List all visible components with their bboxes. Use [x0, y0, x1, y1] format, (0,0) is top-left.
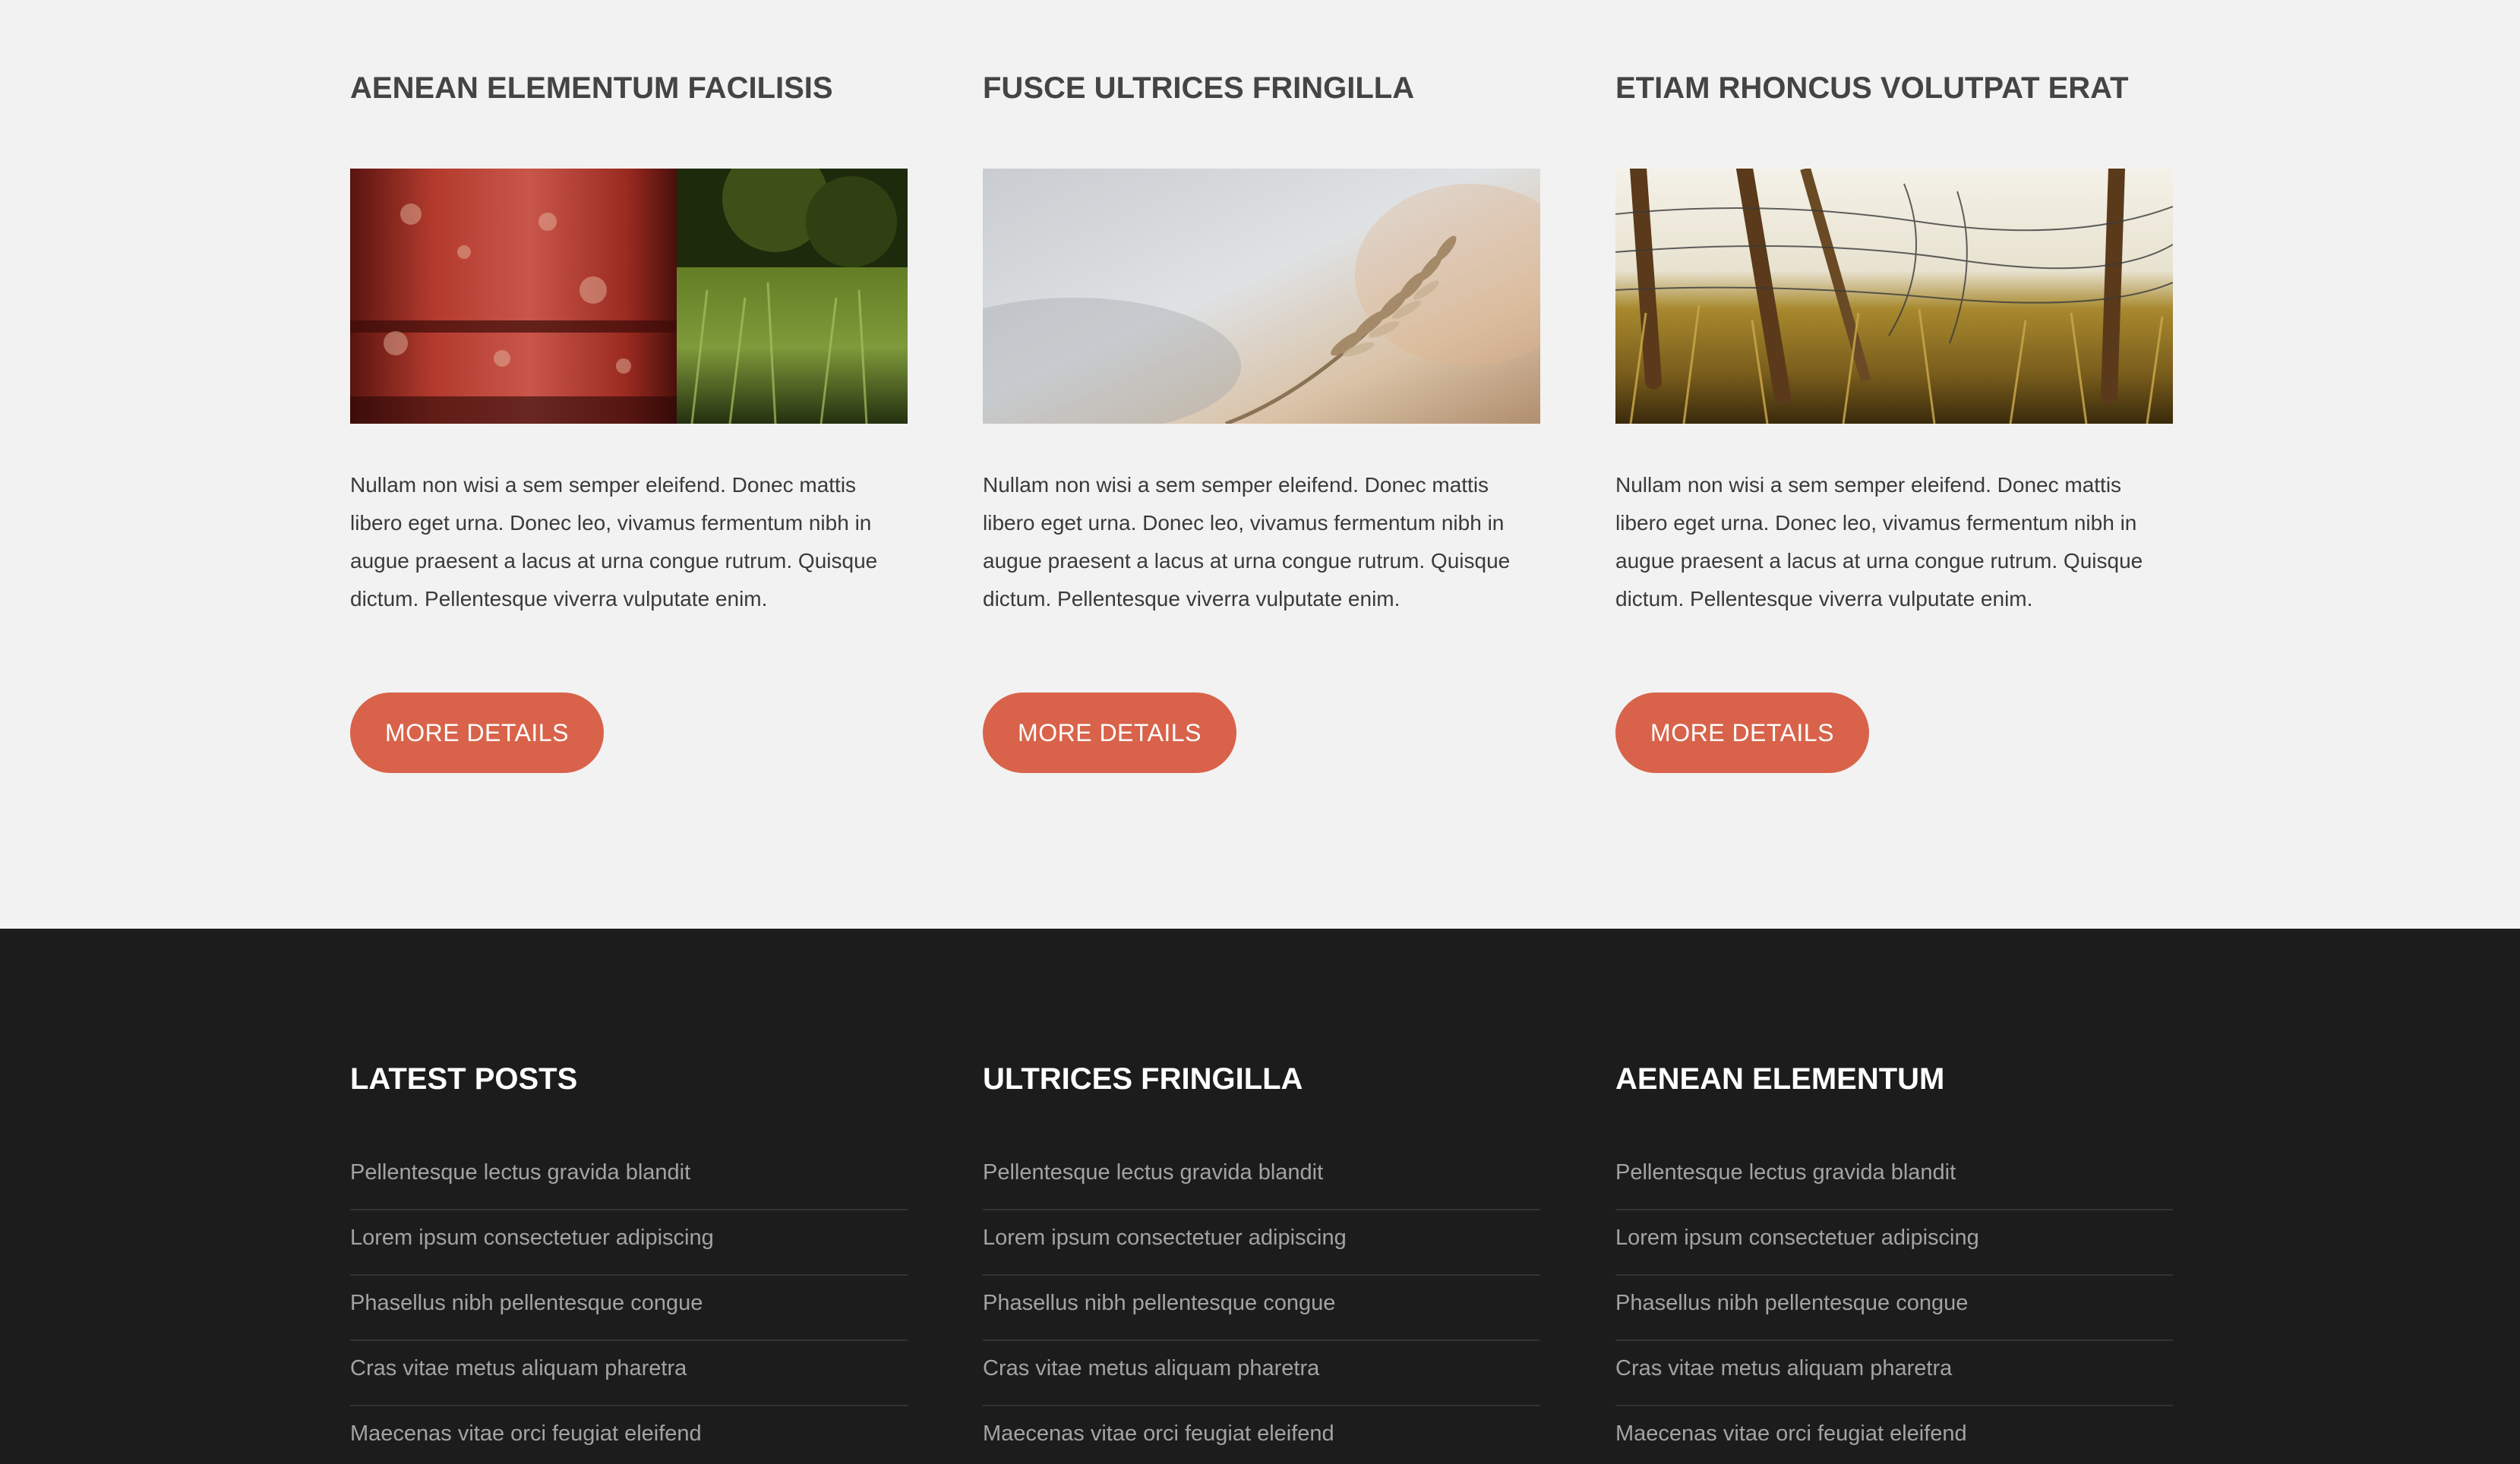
footer-link-list: Pellentesque lectus gravida blandit Lore…	[350, 1145, 908, 1464]
footer-link[interactable]: Phasellus nibh pellentesque congue	[350, 1288, 703, 1318]
footer-link-list: Pellentesque lectus gravida blandit Lore…	[1615, 1145, 2173, 1464]
footer-link[interactable]: Cras vitae metus aliquam pharetra	[350, 1353, 687, 1384]
list-item: Phasellus nibh pellentesque congue	[350, 1276, 908, 1341]
list-item: Pellentesque lectus gravida blandit	[1615, 1145, 2173, 1210]
footer-link[interactable]: Pellentesque lectus gravida blandit	[350, 1157, 690, 1188]
footer-link[interactable]: Lorem ipsum consectetuer adipiscing	[1615, 1223, 1979, 1253]
list-item: Pellentesque lectus gravida blandit	[350, 1145, 908, 1210]
list-item: Phasellus nibh pellentesque congue	[1615, 1276, 2173, 1341]
card-title: FUSCE ULTRICES FRINGILLA	[983, 71, 1415, 105]
card-description: Nullam non wisi a sem semper eleifend. D…	[983, 473, 1511, 611]
fence-in-grass-image	[1615, 169, 2173, 424]
list-item: Lorem ipsum consectetuer adipiscing	[350, 1210, 908, 1276]
list-item: Maecenas vitae orci feugiat eleifend	[983, 1406, 1540, 1464]
wheat-stalk-image	[983, 169, 1540, 424]
footer-column-title: LATEST POSTS	[350, 1062, 578, 1096]
list-item: Lorem ipsum consectetuer adipiscing	[1615, 1210, 2173, 1276]
card-description: Nullam non wisi a sem semper eleifend. D…	[1615, 473, 2143, 611]
list-item: Lorem ipsum consectetuer adipiscing	[983, 1210, 1540, 1276]
list-item: Pellentesque lectus gravida blandit	[983, 1145, 1540, 1210]
footer-link[interactable]: Cras vitae metus aliquam pharetra	[1615, 1353, 1952, 1384]
footer-link[interactable]: Maecenas vitae orci feugiat eleifend	[1615, 1418, 1967, 1449]
more-details-button[interactable]: MORE DETAILS	[983, 693, 1236, 773]
footer-link-list: Pellentesque lectus gravida blandit Lore…	[983, 1145, 1540, 1464]
footer-link[interactable]: Pellentesque lectus gravida blandit	[1615, 1157, 1956, 1188]
footer-link[interactable]: Phasellus nibh pellentesque congue	[983, 1288, 1335, 1318]
more-details-button[interactable]: MORE DETAILS	[350, 693, 604, 773]
footer-link[interactable]: Maecenas vitae orci feugiat eleifend	[983, 1418, 1334, 1449]
footer-link[interactable]: Cras vitae metus aliquam pharetra	[983, 1353, 1319, 1384]
footer-link[interactable]: Lorem ipsum consectetuer adipiscing	[983, 1223, 1347, 1253]
list-item: Phasellus nibh pellentesque congue	[983, 1276, 1540, 1341]
more-details-button[interactable]: MORE DETAILS	[1615, 693, 1869, 773]
footer-link[interactable]: Phasellus nibh pellentesque congue	[1615, 1288, 1968, 1318]
footer-column-title: ULTRICES FRINGILLA	[983, 1062, 1303, 1096]
rusty-barrel-image	[350, 169, 908, 424]
list-item: Maecenas vitae orci feugiat eleifend	[1615, 1406, 2173, 1464]
featured-cards-section: AENEAN ELEMENTUM FACILISIS Nullam non wi…	[0, 0, 2520, 929]
list-item: Maecenas vitae orci feugiat eleifend	[350, 1406, 908, 1464]
footer-column-title: AENEAN ELEMENTUM	[1615, 1062, 1945, 1096]
list-item: Cras vitae metus aliquam pharetra	[983, 1341, 1540, 1406]
footer-link[interactable]: Lorem ipsum consectetuer adipiscing	[350, 1223, 714, 1253]
list-item: Cras vitae metus aliquam pharetra	[1615, 1341, 2173, 1406]
card-title: ETIAM RHONCUS VOLUTPAT ERAT	[1615, 71, 2129, 105]
footer-link[interactable]: Pellentesque lectus gravida blandit	[983, 1157, 1323, 1188]
site-footer: LATEST POSTS Pellentesque lectus gravida…	[0, 929, 2520, 1464]
list-item: Cras vitae metus aliquam pharetra	[350, 1341, 908, 1406]
footer-link[interactable]: Maecenas vitae orci feugiat eleifend	[350, 1418, 702, 1449]
card-description: Nullam non wisi a sem semper eleifend. D…	[350, 473, 878, 611]
card-title: AENEAN ELEMENTUM FACILISIS	[350, 71, 833, 105]
